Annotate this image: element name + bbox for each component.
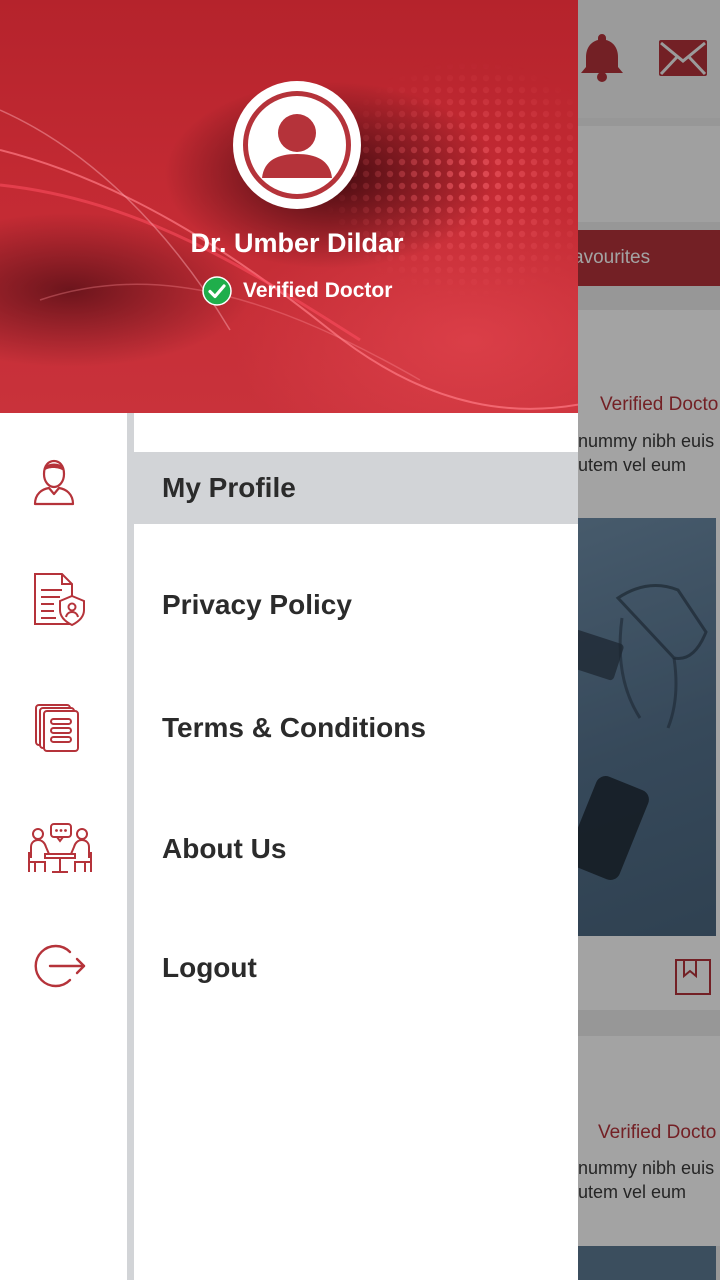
meeting-icon[interactable]: [27, 822, 93, 874]
menu-item-label: About Us: [162, 833, 287, 864]
check-circle-icon: [202, 276, 232, 306]
verified-badge: Verified Doctor: [202, 276, 392, 306]
menu-item-logout[interactable]: Logout: [134, 932, 578, 1004]
avatar-frame: [243, 91, 351, 199]
menu-item-my-profile[interactable]: My Profile: [134, 452, 578, 524]
menu-item-about-us[interactable]: About Us: [134, 813, 578, 885]
drawer-header: Dr. Umber Dildar Verified Doctor: [0, 0, 578, 413]
logout-icon[interactable]: [34, 942, 88, 990]
menu-item-terms-conditions[interactable]: Terms & Conditions: [134, 692, 578, 764]
menu-item-label: My Profile: [162, 472, 296, 503]
verified-status: Verified Doctor: [243, 279, 393, 302]
menu-item-label: Privacy Policy: [162, 589, 352, 620]
navigation-drawer: Dr. Umber Dildar Verified Doctor My Prof…: [0, 0, 578, 1280]
menu-item-privacy-policy[interactable]: Privacy Policy: [134, 569, 578, 641]
privacy-document-icon[interactable]: [32, 570, 88, 628]
column-divider: [127, 413, 134, 1280]
avatar[interactable]: [233, 81, 361, 209]
user-icon[interactable]: [32, 458, 76, 506]
menu-item-label: Terms & Conditions: [162, 712, 426, 743]
menu-item-label: Logout: [162, 952, 257, 983]
user-silhouette-icon: [262, 114, 332, 178]
profile-name: Dr. Umber Dildar: [190, 228, 404, 258]
documents-icon[interactable]: [34, 703, 82, 753]
